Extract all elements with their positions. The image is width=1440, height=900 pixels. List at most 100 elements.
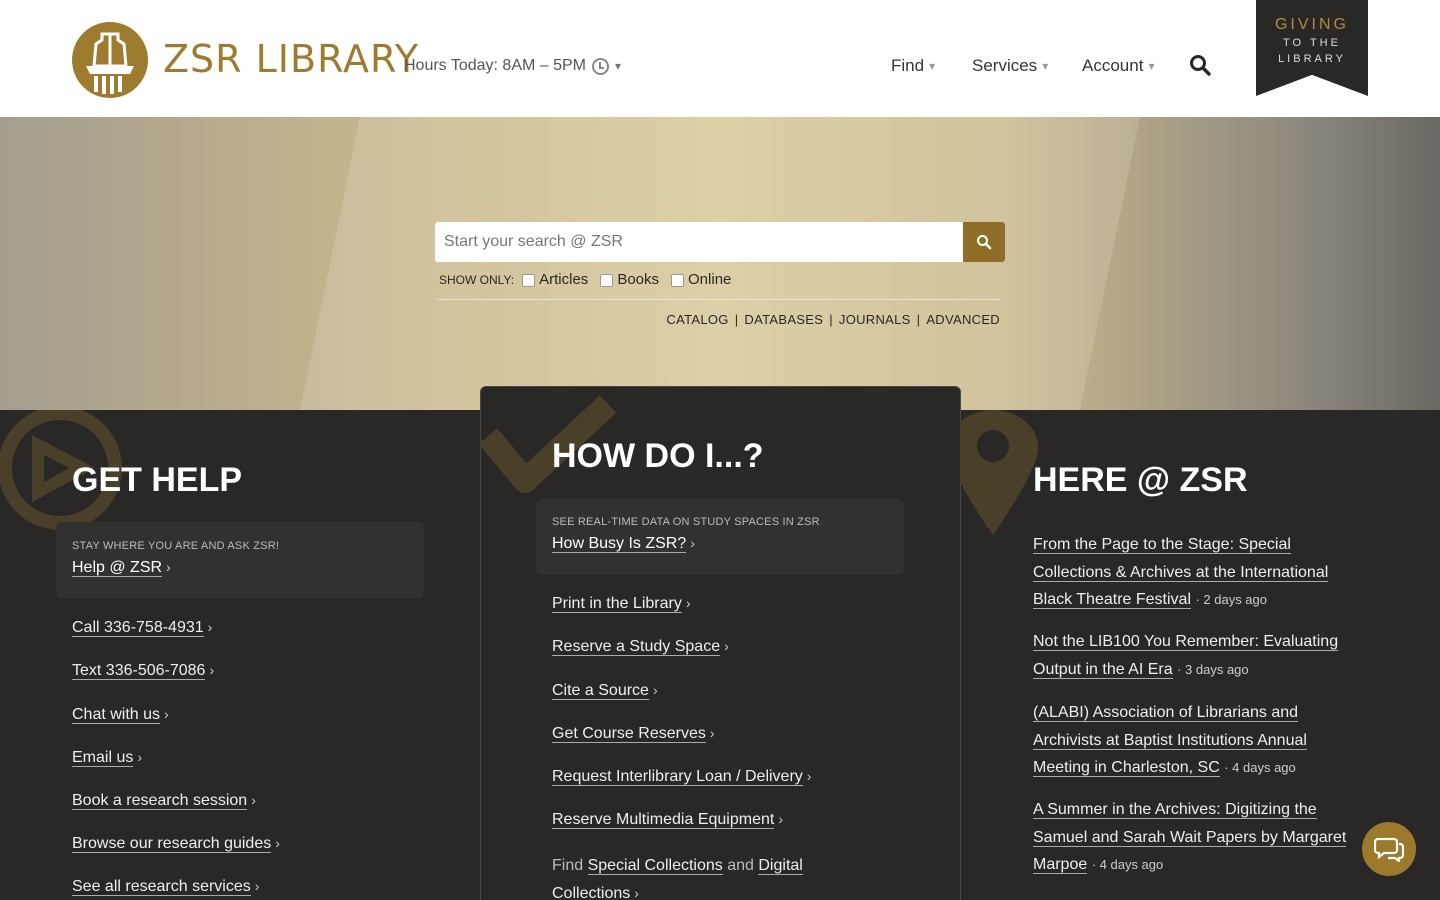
chat-button[interactable] xyxy=(1362,822,1416,876)
link-catalog[interactable]: CATALOG xyxy=(666,312,728,327)
link-journals[interactable]: JOURNALS xyxy=(839,312,911,327)
filter-books[interactable]: Books xyxy=(600,270,659,290)
chevron-right-icon: › xyxy=(690,535,695,551)
howto-interlibrary-loan[interactable]: Request Interlibrary Loan / Delivery › xyxy=(552,766,811,787)
howto-cite[interactable]: Cite a Source › xyxy=(552,680,658,701)
help-text[interactable]: Text 336-506-7086 › xyxy=(72,660,214,681)
chevron-right-icon: › xyxy=(685,595,691,611)
item-label: Book a research session xyxy=(72,792,248,810)
filter-online[interactable]: Online xyxy=(671,270,731,290)
item-label: Cite a Source xyxy=(552,682,649,700)
chevron-right-icon: › xyxy=(652,682,658,698)
news-link[interactable]: Archivists at Baptist Institutions Annua… xyxy=(1033,731,1307,750)
filter-articles[interactable]: Articles xyxy=(522,270,588,290)
howto-reserve-study[interactable]: Reserve a Study Space › xyxy=(552,636,729,657)
chevron-right-icon: › xyxy=(724,638,729,654)
chevron-right-icon: › xyxy=(778,811,783,827)
checkbox[interactable] xyxy=(671,273,685,287)
giving-label: GIVING xyxy=(1274,16,1349,33)
help-card-caption: STAY WHERE YOU ARE AND ASK ZSR! xyxy=(72,540,280,552)
news-link[interactable]: Samuel and Sarah Wait Papers by Margaret xyxy=(1033,828,1347,847)
news-link[interactable]: A Summer in the Archives: Digitizing the xyxy=(1033,801,1317,819)
map-pin-icon xyxy=(960,410,1038,535)
divider xyxy=(437,299,1000,300)
news-link[interactable]: Not the LIB100 You Remember: Evaluating xyxy=(1033,633,1339,651)
item-label: Email us xyxy=(72,749,134,767)
news-item: A Summer in the Archives: Digitizing the… xyxy=(1033,796,1363,879)
chevron-down-icon: ▾ xyxy=(1042,59,1049,73)
help-guides[interactable]: Browse our research guides › xyxy=(72,833,280,854)
checkbox[interactable] xyxy=(522,273,536,287)
filter-label: Articles xyxy=(539,271,589,288)
news-link[interactable]: Meeting in Charleston, SC xyxy=(1033,759,1220,777)
brand-name[interactable]: ZSR LIBRARY xyxy=(163,38,419,80)
chat-bubbles-icon xyxy=(1374,837,1404,862)
help-chat[interactable]: Chat with us › xyxy=(72,704,169,725)
help-card[interactable]: STAY WHERE YOU ARE AND ASK ZSR! Help @ Z… xyxy=(56,522,424,598)
giving-banner[interactable]: GIVING TO THE LIBRARY xyxy=(1256,0,1368,96)
link-databases[interactable]: DATABASES xyxy=(744,312,823,327)
special-collections-link[interactable]: Special Collections xyxy=(587,857,723,875)
help-all-services[interactable]: See all research services › xyxy=(72,876,259,897)
item-label: Browse our research guides xyxy=(72,835,272,853)
link-advanced[interactable]: ADVANCED xyxy=(926,312,1000,327)
search-links: CATALOG | DATABASES | JOURNALS | ADVANCED xyxy=(666,311,1000,329)
hours-text: Hours Today: 8AM – 5PM xyxy=(404,57,587,74)
news-item: (ALABI) Association of Librarians and Ar… xyxy=(1033,699,1363,782)
news-link[interactable]: (ALABI) Association of Librarians and xyxy=(1033,704,1299,722)
chevron-right-icon: › xyxy=(137,749,143,765)
search-icon[interactable] xyxy=(1189,54,1211,76)
item-label: See all research services xyxy=(72,878,251,896)
news-link[interactable]: Output in the AI Era xyxy=(1033,660,1173,679)
news-item: From the Page to the Stage: Special Coll… xyxy=(1033,531,1363,614)
search-input[interactable]: Start your search @ ZSR xyxy=(435,222,963,262)
item-prefix: Find xyxy=(552,857,584,874)
search-button[interactable] xyxy=(963,222,1005,262)
chevron-right-icon: › xyxy=(275,835,280,851)
separator: | xyxy=(829,312,833,327)
nav-find[interactable]: Find ▾ xyxy=(891,56,935,76)
news-link[interactable]: From the Page to the Stage: Special xyxy=(1033,536,1291,554)
filter-label: Online xyxy=(688,271,732,288)
news-link[interactable]: Marpoe xyxy=(1033,856,1088,874)
here-at-zsr-title: HERE @ ZSR xyxy=(1033,461,1248,499)
how-busy-link[interactable]: How Busy Is ZSR? xyxy=(552,535,687,553)
nav-label: Services xyxy=(972,56,1038,75)
help-book-session[interactable]: Book a research session › xyxy=(72,790,256,811)
howto-multimedia[interactable]: Reserve Multimedia Equipment › xyxy=(552,809,783,830)
search-icon xyxy=(977,235,992,250)
filter-options: SHOW ONLY: Articles Books Online xyxy=(439,270,743,290)
news-age: · 4 days ago xyxy=(1091,857,1164,872)
chevron-right-icon: › xyxy=(164,706,169,722)
get-help-title: GET HELP xyxy=(72,461,243,499)
hours-dropdown[interactable]: Hours Today: 8AM – 5PM ▾ xyxy=(404,56,621,76)
nav-services[interactable]: Services ▾ xyxy=(972,56,1048,76)
help-call[interactable]: Call 336-758-4931 › xyxy=(72,617,212,638)
giving-sublabel: TO THE xyxy=(1283,37,1341,49)
howto-print[interactable]: Print in the Library › xyxy=(552,593,691,614)
digital-collections-link[interactable]: Digital xyxy=(758,857,803,875)
chevron-down-icon: ▾ xyxy=(929,59,936,73)
item-label: Print in the Library xyxy=(552,595,682,613)
how-busy-card[interactable]: SEE REAL-TIME DATA ON STUDY SPACES IN ZS… xyxy=(536,499,904,575)
checkbox[interactable] xyxy=(600,273,614,287)
giving-sublabel: LIBRARY xyxy=(1278,53,1346,65)
separator: | xyxy=(734,312,739,327)
howto-course-reserves[interactable]: Get Course Reserves › xyxy=(552,723,715,744)
news-age: · 2 days ago xyxy=(1195,592,1267,607)
zsr-logo-icon[interactable] xyxy=(72,22,148,98)
item-label: Call 336-758-4931 xyxy=(72,619,204,637)
news-age: · 4 days ago xyxy=(1224,760,1296,775)
help-card-link[interactable]: Help @ ZSR xyxy=(72,559,163,577)
how-busy-caption: SEE REAL-TIME DATA ON STUDY SPACES IN ZS… xyxy=(552,516,820,528)
news-item: Not the LIB100 You Remember: Evaluating … xyxy=(1033,628,1363,683)
digital-collections-link[interactable]: Collections xyxy=(552,884,631,900)
nav-account[interactable]: Account ▾ xyxy=(1082,56,1154,76)
hero-search: Start your search @ ZSR SHOW ONLY: Artic… xyxy=(0,117,1440,410)
item-label: Reserve a Study Space xyxy=(552,638,721,656)
help-email[interactable]: Email us › xyxy=(72,747,142,768)
news-link[interactable]: Black Theatre Festival xyxy=(1033,591,1191,609)
separator: | xyxy=(916,312,921,327)
chevron-right-icon: › xyxy=(709,725,715,741)
news-link[interactable]: Collections & Archives at the Internatio… xyxy=(1033,563,1329,582)
